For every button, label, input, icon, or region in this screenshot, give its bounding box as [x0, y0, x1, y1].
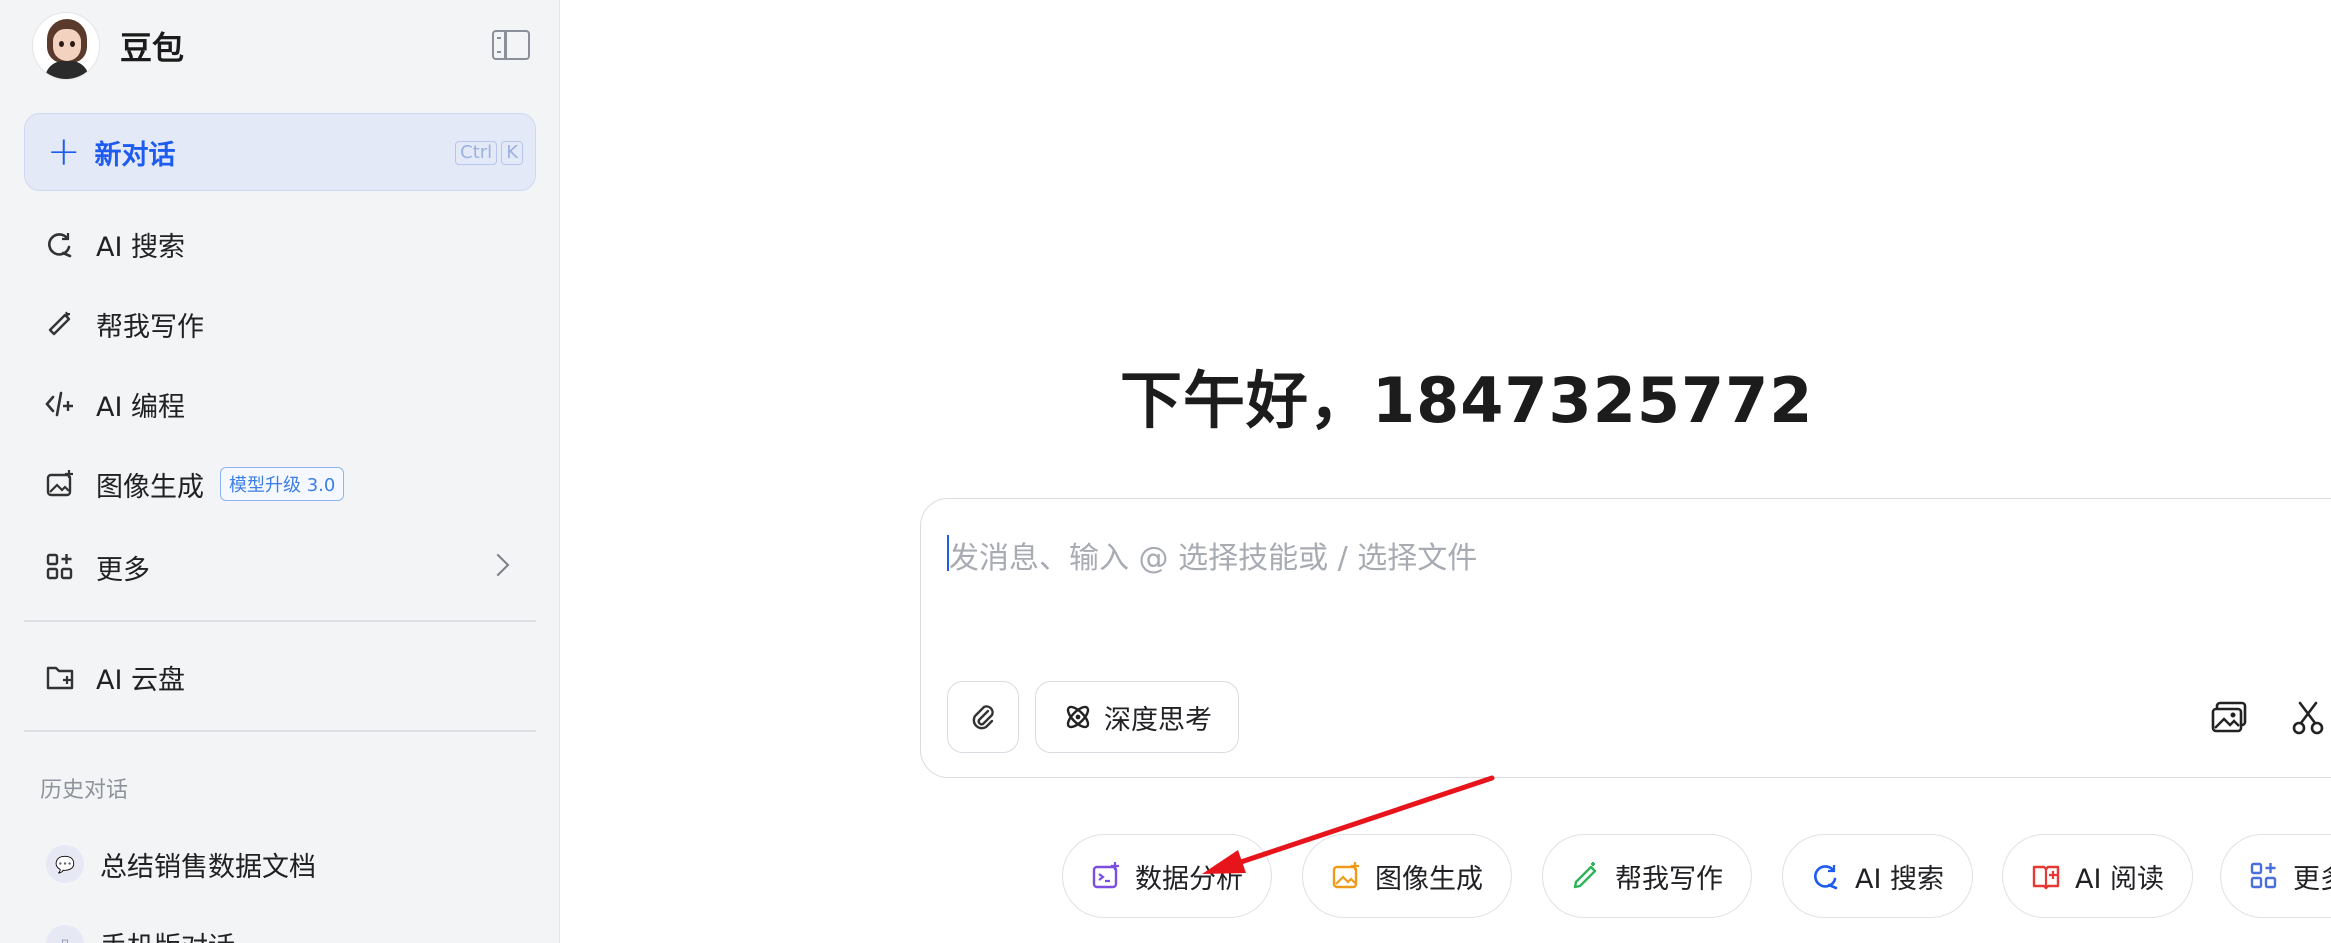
code-icon: [36, 389, 84, 419]
kbd-ctrl: Ctrl: [455, 141, 498, 165]
apps-icon: [2249, 861, 2279, 891]
deep-think-button[interactable]: 深度思考: [1035, 681, 1239, 753]
chip-writing[interactable]: 帮我写作: [1542, 834, 1752, 918]
chip-label: 帮我写作: [1615, 863, 1723, 895]
sidebar-item-label: 更多: [96, 554, 150, 586]
brand[interactable]: 豆包: [32, 10, 184, 82]
chip-ai-search[interactable]: AI 搜索: [1782, 834, 1974, 918]
shortcut-hint: Ctrl K: [455, 141, 523, 165]
chip-label: AI 阅读: [2075, 863, 2165, 895]
annotation-arrow-icon: [1202, 775, 1495, 874]
sidebar-item-cloud-drive[interactable]: AI 云盘: [24, 645, 536, 709]
greeting-title: 下午好，1847325772: [1120, 364, 1814, 437]
sidebar-toggle-icon[interactable]: [492, 30, 530, 60]
history-item-label: 手机版对话: [100, 925, 235, 943]
sidebar-item-writing[interactable]: 帮我写作: [24, 292, 536, 356]
divider: [24, 620, 536, 622]
kbd-k: K: [501, 141, 523, 165]
scissors-icon[interactable]: [2291, 701, 2325, 739]
deep-think-label: 深度思考: [1104, 704, 1212, 736]
chevron-right-icon: [486, 553, 510, 577]
search-refresh-icon: [1811, 861, 1841, 891]
attach-button[interactable]: [947, 681, 1019, 753]
divider: [24, 730, 536, 732]
chip-ai-reading[interactable]: AI 阅读: [2002, 834, 2194, 918]
sidebar-item-label: AI 云盘: [96, 664, 186, 696]
sidebar-item-label: 图像生成: [96, 471, 204, 503]
history-section-title: 历史对话: [40, 778, 129, 803]
brand-name: 豆包: [120, 29, 185, 67]
sidebar-item-label: AI 搜索: [96, 231, 186, 263]
sidebar-item-label: 帮我写作: [96, 311, 204, 343]
pen-icon: [1571, 861, 1601, 891]
chip-more[interactable]: 更多: [2220, 834, 2331, 918]
chip-label: 更多: [2293, 863, 2331, 895]
sidebar-item-coding[interactable]: AI 编程: [24, 372, 536, 436]
image-icon: [36, 469, 84, 499]
model-upgrade-badge: 模型升级 3.0: [220, 467, 345, 501]
paperclip-icon: [972, 705, 994, 730]
message-composer[interactable]: 发消息、输入 @ 选择技能或 / 选择文件 深度思考: [920, 498, 2331, 778]
chip-label: AI 搜索: [1855, 863, 1945, 895]
avatar: [32, 12, 100, 80]
sidebar-item-label: AI 编程: [96, 391, 186, 423]
new-chat-button[interactable]: + 新对话 Ctrl K: [24, 113, 536, 191]
sidebar-item-ai-search[interactable]: AI 搜索: [24, 212, 536, 276]
image-upload-icon[interactable]: [2211, 701, 2249, 739]
apps-icon: [36, 552, 84, 582]
atom-icon: [1066, 705, 1090, 729]
sidebar-item-more[interactable]: 更多: [24, 535, 536, 599]
history-item[interactable]: ▯ 手机版对话: [24, 912, 536, 943]
folder-plus-icon: [36, 662, 84, 692]
sidebar-item-image-gen[interactable]: 图像生成 模型升级 3.0: [24, 452, 536, 516]
book-icon: [2031, 861, 2061, 891]
chat-bubble-icon: 💬: [46, 845, 84, 883]
pen-icon: [36, 309, 84, 339]
data-analysis-icon: [1091, 861, 1121, 891]
history-item-label: 总结销售数据文档: [100, 851, 316, 883]
history-item[interactable]: 💬 总结销售数据文档: [24, 832, 536, 896]
sidebar: 豆包 + 新对话 Ctrl K AI 搜索 帮我写作 AI 编程 图像生成 模型…: [0, 0, 560, 943]
search-refresh-icon: [36, 229, 84, 259]
message-input[interactable]: 发消息、输入 @ 选择技能或 / 选择文件: [949, 533, 1477, 577]
new-chat-label: 新对话: [94, 139, 176, 171]
plus-icon: +: [47, 129, 81, 175]
phone-icon: ▯: [46, 925, 84, 943]
